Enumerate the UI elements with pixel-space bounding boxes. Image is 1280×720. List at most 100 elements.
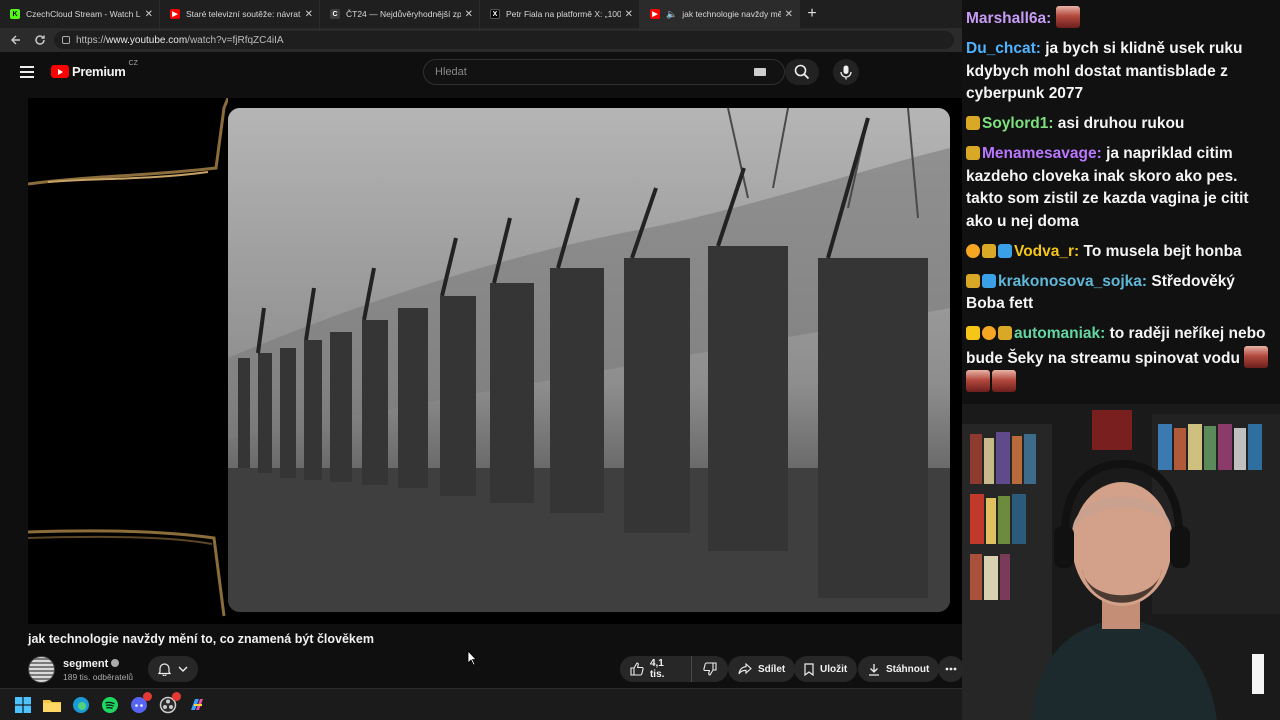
- tab-title: ČT24 — Nejdůvěryhodnější zpravo: [346, 9, 461, 19]
- microphone-icon: [840, 65, 852, 79]
- chat-message: krakonosova_sojka: Středověký Boba fett: [966, 272, 1235, 312]
- dislike-button[interactable]: [692, 656, 728, 682]
- more-horizontal-icon: [945, 667, 957, 671]
- verified-icon: [111, 659, 120, 667]
- search-box: [423, 59, 785, 85]
- chevron-down-icon: [178, 666, 188, 672]
- chat-username: krakonosova_sojka: [998, 272, 1142, 290]
- video-frame: [228, 108, 950, 612]
- chat-message: Du_chcat: ja bych si klidně usek ruku kd…: [966, 40, 1243, 102]
- url-path: /watch?v=fjRfqZC4iIA: [187, 34, 284, 46]
- channel-avatar[interactable]: [28, 656, 55, 683]
- keyboard-icon[interactable]: [754, 68, 766, 76]
- video-player[interactable]: [28, 98, 962, 624]
- tab-kick[interactable]: K CzechCloud Stream - Watch Live o ✕: [0, 0, 160, 28]
- like-count: 4,1 tis.: [649, 658, 665, 680]
- speaker-icon[interactable]: 🔈: [666, 9, 677, 20]
- chat-username: Vodva_r: [1014, 242, 1075, 260]
- tab-title: Petr Fiala na platformě X: „100 dní: [506, 9, 621, 19]
- emote-icon: [966, 370, 990, 392]
- chat-message: Marshall6a:: [966, 6, 1276, 31]
- voice-search-button[interactable]: [833, 59, 859, 85]
- chat-username: Marshall6a: [966, 10, 1047, 27]
- video-title: jak technologie navždy mění to, co zname…: [28, 632, 374, 646]
- url-scheme: https://: [76, 34, 107, 46]
- reload-button[interactable]: [30, 30, 50, 50]
- like-button[interactable]: 4,1 tis.: [620, 656, 693, 682]
- chat-message: Menamesavage: ja napriklad citim kazdeho…: [966, 145, 1249, 230]
- cube-badge-icon: [982, 273, 996, 288]
- ct24-favicon-icon: C: [330, 9, 340, 19]
- thumbs-down-icon: [703, 662, 717, 676]
- save-button[interactable]: Uložit: [794, 656, 858, 682]
- windows-start-button[interactable]: [12, 694, 34, 716]
- share-label: Sdílet: [758, 663, 786, 675]
- discord-button[interactable]: [128, 691, 152, 716]
- emote-icon: [992, 370, 1016, 392]
- thumbs-up-icon: [630, 662, 644, 676]
- tab-close-icon[interactable]: ✕: [145, 9, 153, 20]
- bookmark-icon: [804, 662, 814, 676]
- download-button[interactable]: Stáhnout: [858, 656, 940, 682]
- video-actions-row: segment 189 tis. odběratelů 4,1 tis. Sdí…: [28, 654, 964, 686]
- stream-chat-overlay: Marshall6a: Du_chcat: ja bych si klidně …: [962, 0, 1280, 404]
- sub-badge-icon: [966, 146, 980, 160]
- logo-country: CZ: [128, 60, 138, 67]
- tab-youtube-active[interactable]: ▶ 🔈 jak technologie navždy mění t ✕: [640, 0, 800, 28]
- emote-icon: [1244, 345, 1269, 368]
- search-icon: [794, 64, 810, 80]
- new-tab-button[interactable]: +: [800, 0, 824, 28]
- tab-close-icon[interactable]: ✕: [625, 9, 633, 20]
- spotify-button[interactable]: [99, 694, 121, 716]
- channel-name[interactable]: segment: [63, 658, 108, 670]
- bits-badge-icon: [982, 326, 996, 340]
- notifications-button[interactable]: [148, 656, 198, 682]
- emote-icon: [1055, 6, 1080, 28]
- search-input[interactable]: [424, 60, 754, 84]
- youtube-play-icon: [51, 65, 69, 78]
- chat-text: To musela bejt honba: [1083, 242, 1242, 260]
- save-label: Uložit: [820, 663, 848, 675]
- file-explorer-button[interactable]: [41, 694, 63, 716]
- menu-icon[interactable]: [20, 66, 34, 78]
- reload-icon: [35, 35, 45, 45]
- obs-button[interactable]: [157, 691, 181, 716]
- tab-close-icon[interactable]: ✕: [785, 9, 793, 20]
- soldiers-marching-image: [228, 108, 950, 612]
- search-button[interactable]: [785, 59, 819, 85]
- url-field[interactable]: https://www.youtube.com/watch?v=fjRfqZC4…: [54, 31, 954, 49]
- taskbar: [0, 688, 962, 720]
- chat-username: Menamesavage: [982, 145, 1097, 162]
- edge-icon: [73, 696, 89, 713]
- chat-text: asi druhou rukou: [1057, 115, 1185, 132]
- edge-browser-button[interactable]: [70, 694, 92, 716]
- back-button[interactable]: [6, 30, 26, 50]
- sub-badge-icon: [966, 116, 980, 130]
- kick-favicon-icon: K: [10, 9, 20, 19]
- sub-badge-icon: [966, 273, 980, 288]
- recording-badge: [172, 691, 181, 701]
- chat-username: Soylord1: [982, 115, 1049, 132]
- copilot-button[interactable]: [186, 694, 208, 716]
- tab-close-icon[interactable]: ✕: [465, 9, 473, 20]
- share-icon: [738, 663, 752, 675]
- download-label: Stáhnout: [886, 663, 930, 675]
- chat-message: Vodva_r: To musela bejt honba: [966, 241, 1276, 264]
- tab-ct24[interactable]: C ČT24 — Nejdůvěryhodnější zpravo ✕: [320, 0, 480, 28]
- more-actions-button[interactable]: [938, 656, 964, 682]
- chat-username: automaniak: [1014, 325, 1101, 342]
- screen: K CzechCloud Stream - Watch Live o ✕ ▶ S…: [0, 0, 1280, 720]
- notification-badge: [143, 691, 152, 701]
- youtube-favicon-icon: ▶: [650, 9, 660, 19]
- tab-x[interactable]: X Petr Fiala na platformě X: „100 dní ✕: [480, 0, 640, 28]
- crown-badge-icon: [966, 326, 980, 340]
- bits-badge-icon: [966, 243, 980, 258]
- sub-badge-icon: [982, 243, 996, 258]
- site-info-icon[interactable]: [62, 36, 70, 44]
- youtube-premium-logo[interactable]: Premium CZ: [51, 60, 138, 79]
- share-button[interactable]: Sdílet: [728, 656, 796, 682]
- tab-close-icon[interactable]: ✕: [305, 9, 313, 20]
- channel-name-container[interactable]: segment: [63, 658, 120, 670]
- tab-youtube-1[interactable]: ▶ Staré televizní soutěže: návrat do c ✕: [160, 0, 320, 28]
- film-edge-decoration: [28, 529, 226, 617]
